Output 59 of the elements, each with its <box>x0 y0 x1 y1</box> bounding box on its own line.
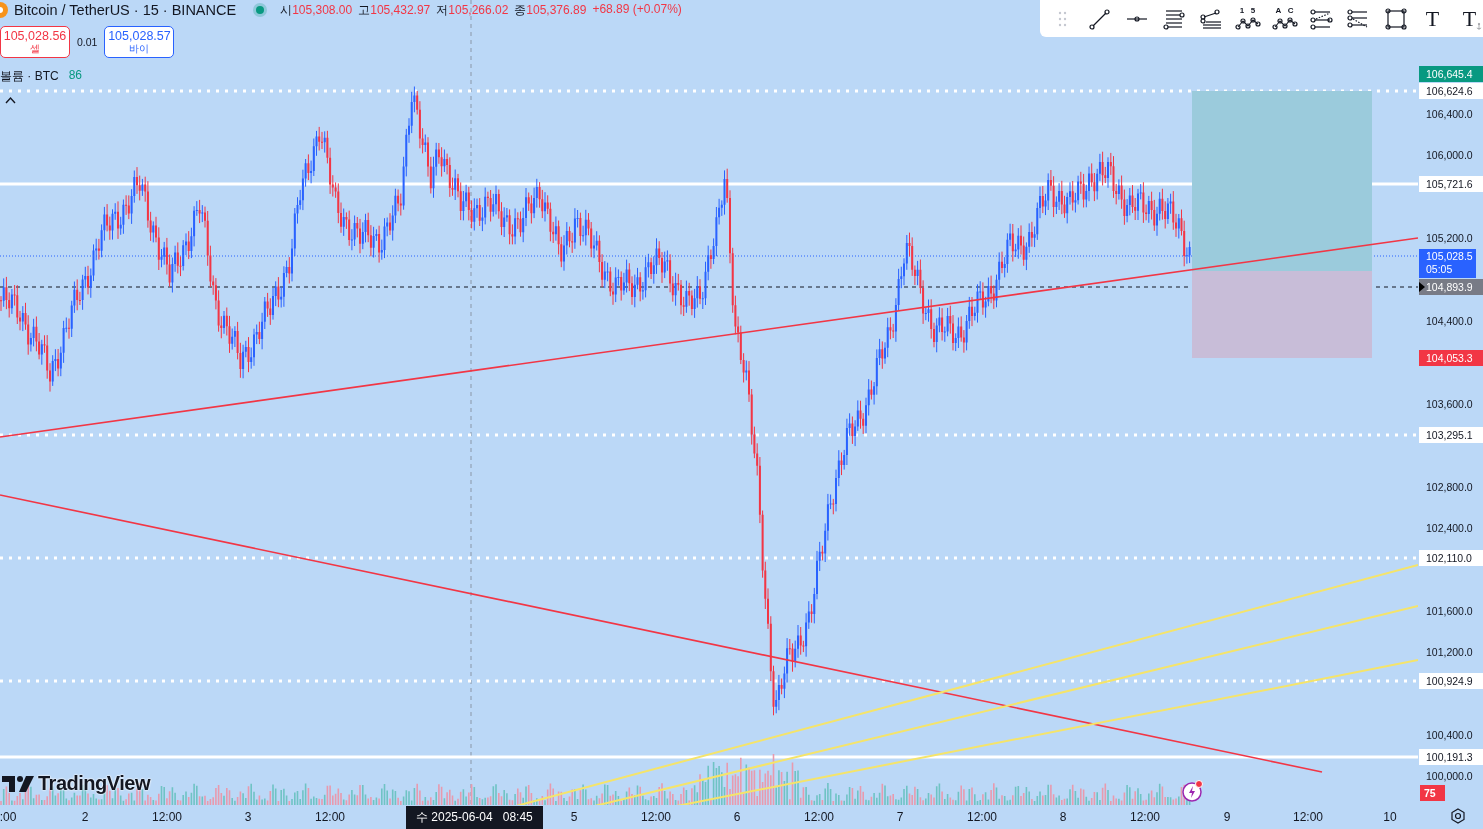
price-label: 101,200.0 <box>1425 645 1474 660</box>
volume-label: 볼륨 · BTC <box>0 68 59 85</box>
ohlc-value: 105,308.00 <box>292 2 353 17</box>
text-tool[interactable]: T <box>1416 3 1449 34</box>
price-label: 105,721.6 <box>1419 176 1483 192</box>
price-label: 106,400.0 <box>1425 107 1474 122</box>
logo-text: TradingView <box>38 772 150 795</box>
spread-value: 0.01 <box>77 35 98 48</box>
price-tag: 105,028.5 05:05 <box>1419 249 1476 278</box>
time-label: 2 <box>81 810 89 824</box>
price-label: 102,800.0 <box>1425 480 1474 495</box>
ohlc-label: 종 <box>514 2 527 17</box>
buy-button[interactable]: 105,028.57 바이 <box>104 26 175 58</box>
price-label: 101,600.0 <box>1425 604 1474 619</box>
price-label: 103,295.1 <box>1419 427 1483 443</box>
time-label: 12:00 <box>967 810 997 824</box>
ohlc-label: 시 <box>280 2 293 17</box>
time-label: 10 <box>1383 810 1397 824</box>
price-label: 103,600.0 <box>1425 397 1474 412</box>
time-label: 12:00 <box>1293 810 1323 824</box>
ohlc-value: 105,376.89 <box>526 2 587 17</box>
price-tag: 106,645.4 <box>1419 66 1483 82</box>
time-label: 12:00 <box>641 810 671 824</box>
wave-tool[interactable]: A C <box>1268 3 1301 34</box>
time-label: 3 <box>244 810 252 824</box>
ohlc-value: 105,266.02 <box>448 2 509 17</box>
price-label: 100,924.9 <box>1419 673 1483 689</box>
time-label: 8 <box>1059 810 1067 824</box>
price-label: 100,000.0 <box>1425 769 1474 784</box>
sell-button[interactable]: 105,028.56 셀 <box>0 26 70 58</box>
time-label: 9 <box>1223 810 1231 824</box>
price-tag: 104,053.3 <box>1419 350 1483 366</box>
time-label: :00 <box>0 810 17 824</box>
price-label: 100,191.3 <box>1419 749 1483 765</box>
price-label: 100,400.0 <box>1425 728 1474 743</box>
price-label: 102,400.0 <box>1425 521 1474 536</box>
price-label: 106,624.6 <box>1419 83 1483 99</box>
ohlc-label: 저 <box>436 2 449 17</box>
time-label: 6 <box>733 810 741 824</box>
anchored-text-tool[interactable]: T <box>1453 3 1483 34</box>
time-label: 7 <box>896 810 904 824</box>
wave-tool[interactable]: 1 5 <box>1231 3 1264 34</box>
ohlc-value: 105,432.97 <box>370 2 431 17</box>
time-label: 12:00 <box>804 810 834 824</box>
count-badge: 75 <box>1420 785 1445 801</box>
volume-value: 86 <box>68 68 83 84</box>
price-label: 106,000.0 <box>1425 148 1474 163</box>
ohlc-label: 고 <box>358 2 371 17</box>
time-label: 12:00 <box>152 810 182 824</box>
price-label: 105,200.0 <box>1425 231 1474 246</box>
price-change: +68.89 (+0.07%) <box>592 1 682 18</box>
crosshair-time: 수 2025-06-04 08:45 <box>406 806 543 829</box>
time-label: 5 <box>570 810 578 824</box>
time-label: 12:00 <box>1130 810 1160 824</box>
symbol-title: Bitcoin / TetherUS · 15 · BINANCE <box>14 2 237 18</box>
price-label: 102,110.0 <box>1419 550 1483 566</box>
price-label: 104,400.0 <box>1425 314 1474 329</box>
time-label: 12:00 <box>315 810 345 824</box>
price-tag: 104,893.9 <box>1419 279 1483 295</box>
